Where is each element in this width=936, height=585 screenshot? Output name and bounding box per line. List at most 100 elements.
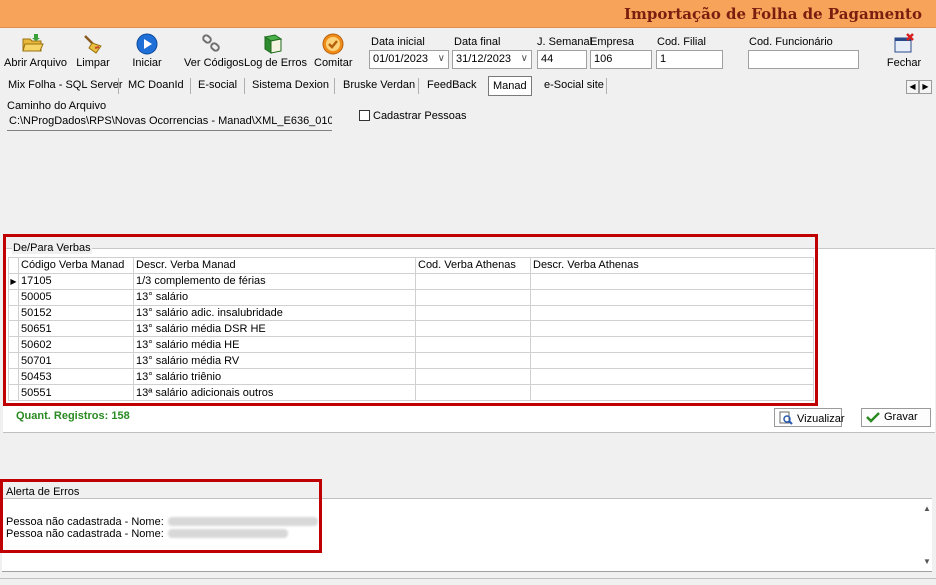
cell-athenas-description[interactable] — [530, 336, 814, 354]
table-row[interactable]: 50453 13° salário triênio — [8, 368, 814, 386]
chevron-left-icon[interactable]: ◀ — [906, 80, 919, 94]
tab-sistema-dexion[interactable]: Sistema Dexion — [248, 76, 333, 96]
register-people-checkbox[interactable]: Cadastrar Pessoas — [359, 110, 467, 122]
tab-separator — [418, 78, 419, 94]
cell-athenas-description[interactable] — [530, 368, 814, 386]
clear-button[interactable]: Limpar — [76, 32, 110, 72]
tab-e-social[interactable]: E-social — [194, 76, 241, 96]
cell-athenas-code[interactable] — [415, 336, 531, 354]
cell-description[interactable]: 13° salário média HE — [133, 336, 416, 354]
cell-athenas-code[interactable] — [415, 288, 531, 306]
column-header[interactable]: Cod. Verba Athenas — [415, 257, 531, 274]
cell-description[interactable]: 13° salário triênio — [133, 368, 416, 386]
broom-icon — [84, 35, 102, 54]
tab-feedback[interactable]: FeedBack — [423, 76, 481, 96]
view-button-label: Vizualizar — [797, 413, 845, 425]
cell-athenas-description[interactable] — [530, 304, 814, 322]
redacted-name — [167, 517, 318, 526]
branch-label: Cod. Filial — [657, 36, 706, 48]
cell-description[interactable]: 1/3 complemento de férias — [133, 272, 416, 290]
cell-athenas-code[interactable] — [415, 384, 531, 401]
table-row[interactable]: 50651 13° salário média DSR HE — [8, 320, 814, 338]
chevron-down-icon[interactable]: ∨ — [521, 53, 528, 64]
column-header[interactable]: Descr. Verba Manad — [133, 257, 416, 274]
save-button[interactable]: Gravar — [861, 408, 931, 427]
cell-code[interactable]: 50453 — [18, 368, 134, 386]
branch-field[interactable]: 1 — [656, 50, 723, 69]
chevron-down-icon[interactable]: ∨ — [438, 53, 445, 64]
tab-mix-folha[interactable]: Mix Folha - SQL Server — [4, 76, 127, 96]
start-button[interactable]: Iniciar — [130, 32, 164, 72]
window-title: Importação de Folha de Pagamento — [624, 5, 922, 23]
tab-esocial-site[interactable]: e-Social site — [540, 76, 608, 96]
alerts-textarea[interactable]: Pessoa não cadastrada - Nome: Pessoa não… — [2, 498, 932, 572]
error-log-button[interactable]: Log de Erros — [244, 32, 307, 72]
weekly-hours-field[interactable]: 44 — [537, 50, 587, 69]
checkbox-box[interactable] — [359, 110, 370, 121]
cell-code[interactable]: 17105 — [18, 272, 134, 290]
cell-code[interactable]: 50651 — [18, 320, 134, 338]
row-indicator — [8, 352, 19, 370]
cell-description[interactable]: 13° salário — [133, 288, 416, 306]
alerts-scrollbar[interactable]: ▲ ▼ — [920, 500, 934, 570]
cell-athenas-description[interactable] — [530, 352, 814, 370]
mapping-panel-label: De/Para Verbas — [12, 242, 92, 254]
scroll-down-icon[interactable]: ▼ — [923, 557, 931, 566]
file-path-input[interactable]: C:\NProgDados\RPS\Novas Ocorrencias - Ma… — [7, 112, 332, 131]
cell-athenas-description[interactable] — [530, 320, 814, 338]
row-pointer-icon: ▶ — [8, 272, 19, 290]
cell-code[interactable]: 50005 — [18, 288, 134, 306]
cell-description[interactable]: 13° salário adic. insalubridade — [133, 304, 416, 322]
open-file-button[interactable]: Abrir Arquivo — [4, 32, 67, 72]
cell-athenas-description[interactable] — [530, 272, 814, 290]
tab-separator — [606, 78, 607, 94]
tab-bruske-verdan[interactable]: Bruske Verdan — [339, 76, 419, 96]
row-indicator — [8, 288, 19, 306]
alert-text: Pessoa não cadastrada - Nome: — [6, 528, 164, 540]
table-row[interactable]: 50551 13ª salário adicionais outros — [8, 384, 814, 401]
alert-line: Pessoa não cadastrada - Nome: — [6, 516, 318, 528]
company-field[interactable]: 106 — [590, 50, 652, 69]
cell-athenas-description[interactable] — [530, 384, 814, 401]
cell-code[interactable]: 50152 — [18, 304, 134, 322]
table-row[interactable]: 50005 13° salário — [8, 288, 814, 306]
cell-description[interactable]: 13° salário média DSR HE — [133, 320, 416, 338]
employee-field[interactable] — [748, 50, 859, 69]
close-button[interactable]: Fechar — [886, 32, 922, 72]
scroll-up-icon[interactable]: ▲ — [923, 504, 931, 513]
start-date-value: 01/01/2023 — [373, 53, 429, 65]
branch-value: 1 — [660, 53, 667, 65]
start-date-field[interactable]: 01/01/2023 ∨ — [369, 50, 449, 69]
employee-label: Cod. Funcionário — [749, 36, 833, 48]
cell-athenas-code[interactable] — [415, 320, 531, 338]
view-codes-button[interactable]: Ver Códigos — [184, 32, 244, 72]
table-row[interactable]: ▶ 17105 1/3 complemento de férias — [8, 272, 814, 290]
tab-manad[interactable]: Manad — [488, 76, 532, 96]
commit-button[interactable]: Comitar — [314, 32, 353, 72]
chevron-right-icon[interactable]: ▶ — [919, 80, 932, 94]
cell-athenas-code[interactable] — [415, 304, 531, 322]
cell-athenas-description[interactable] — [530, 288, 814, 306]
table-row[interactable]: 50152 13° salário adic. insalubridade — [8, 304, 814, 322]
end-date-field[interactable]: 31/12/2023 ∨ — [452, 50, 532, 69]
cell-code[interactable]: 50602 — [18, 336, 134, 354]
column-header[interactable]: Código Verba Manad — [18, 257, 134, 274]
cell-code[interactable]: 50551 — [18, 384, 134, 401]
column-header[interactable]: Descr. Verba Athenas — [530, 257, 814, 274]
cell-description[interactable]: 13ª salário adicionais outros — [133, 384, 416, 401]
cell-athenas-code[interactable] — [415, 352, 531, 370]
view-button[interactable]: Vizualizar — [774, 408, 845, 427]
cell-athenas-code[interactable] — [415, 368, 531, 386]
checkmark-icon — [866, 412, 880, 423]
table-row[interactable]: 50701 13° salário média RV — [8, 352, 814, 370]
cell-code[interactable]: 50701 — [18, 352, 134, 370]
play-icon — [136, 33, 158, 55]
cell-description[interactable]: 13° salário média RV — [133, 352, 416, 370]
alert-line: Pessoa não cadastrada - Nome: — [6, 528, 288, 540]
cell-athenas-code[interactable] — [415, 272, 531, 290]
redacted-name — [167, 529, 288, 538]
tab-mc-doanid[interactable]: MC DoanId — [124, 76, 188, 96]
weekly-hours-value: 44 — [541, 53, 554, 65]
company-label: Empresa — [590, 36, 635, 48]
table-row[interactable]: 50602 13° salário média HE — [8, 336, 814, 354]
